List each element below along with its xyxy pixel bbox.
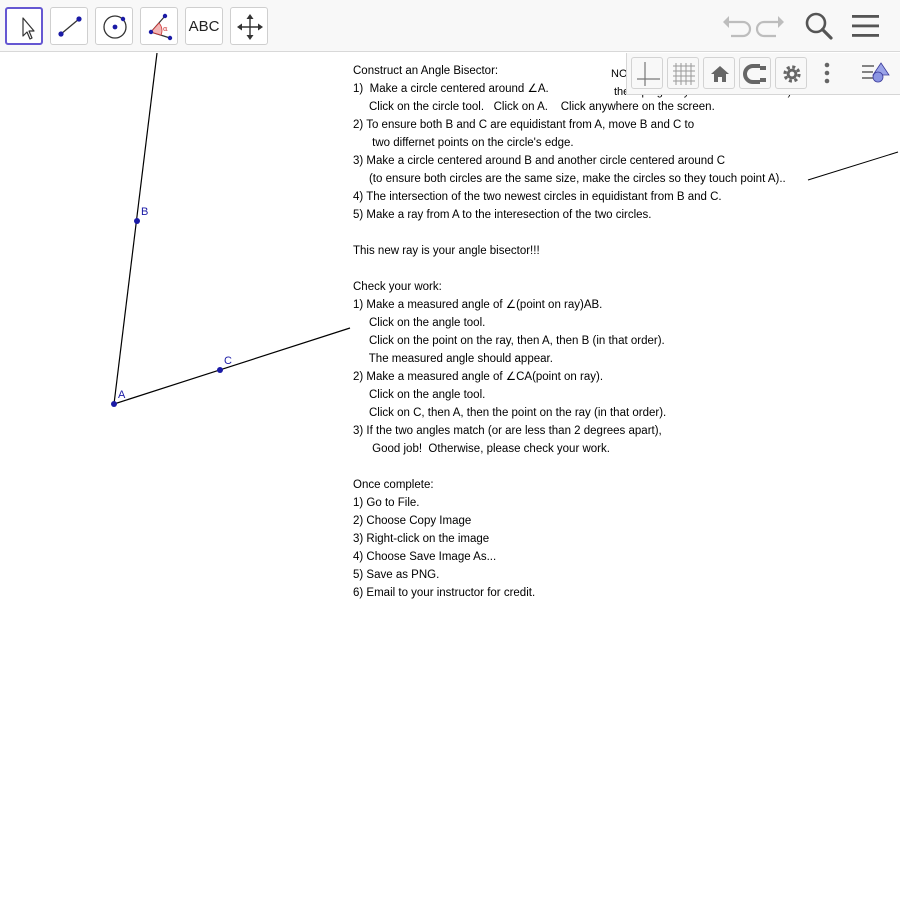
hamburger-menu-icon [852,15,879,37]
instruction-line: 1) Make a measured angle of ∠(point on r… [353,299,603,311]
more-options-button[interactable] [811,57,843,89]
instruction-line: The measured angle should appear. [353,353,553,365]
move-view-tool-button[interactable] [230,7,268,45]
point-c[interactable] [217,367,223,373]
instruction-line [353,224,823,242]
instruction-line: Click on the point on the ray, then A, t… [353,335,665,347]
redo-button[interactable] [754,8,790,44]
instruction-line: (to ensure both circles are the same siz… [353,173,786,185]
instruction-line [353,260,823,278]
instructions-text[interactable]: Construct an Angle Bisector: 1) Make a ci… [353,62,823,602]
point-capture-icon [743,64,766,84]
instruction-line: 6) Email to your instructor for credit. [353,587,536,599]
instruction-line: 5) Save as PNG. [353,569,440,581]
instruction-line: Click on the circle tool. Click on A. Cl… [353,101,715,113]
graphics-style-bar [626,53,900,95]
instruction-line: 3) Make a circle centered around B and a… [353,155,726,167]
point-b[interactable] [134,218,140,224]
segment-tool-button[interactable] [50,7,88,45]
instruction-line: Once complete: [353,479,434,491]
instruction-line: This new ray is your angle bisector!!! [353,245,540,257]
instruction-line: 2) Make a measured angle of ∠CA(point on… [353,371,604,383]
instruction-line: 3) If the two angles match (or are less … [353,425,662,437]
instruction-line: Click on the angle tool. [353,389,486,401]
undo-icon [723,16,752,38]
more-vertical-icon [824,62,830,84]
instruction-line: 3) Right-click on the image [353,533,490,545]
instruction-line: Check your work: [353,281,442,293]
text-icon: ABC [188,17,220,35]
main-menu-button[interactable] [848,8,884,44]
ray-ab[interactable] [113,53,158,405]
instruction-line: Click on the angle tool. [353,317,486,329]
point-capturing-button[interactable] [739,57,771,89]
algebra-toggle-icon [862,62,890,83]
text-tool-button[interactable]: ABC [185,7,223,45]
segment-icon [58,16,82,37]
instruction-line: Click on C, then A, then the point on th… [353,407,667,419]
standard-view-button[interactable] [703,57,735,89]
instruction-line: 1) Go to File. [353,497,420,509]
instruction-line: 2) Choose Copy Image [353,515,472,527]
point-b-label: B [141,206,148,218]
grid-icon [673,63,695,85]
instruction-line: 4) The intersection of the two newest ci… [353,191,722,203]
svg-text:α: α [163,25,168,33]
instruction-line: two differnet points on the circle's edg… [353,137,574,149]
instruction-line: 5) Make a ray from A to the interesectio… [353,209,652,221]
arrow-pointer-icon [22,17,35,40]
axes-icon [637,62,660,86]
circle-center-icon [103,15,127,39]
undo-button[interactable] [717,8,753,44]
search-icon [805,12,833,40]
settings-icon [783,65,801,83]
move-view-icon [237,14,263,40]
move-tool-button[interactable] [5,7,43,45]
graphics-settings-button[interactable] [775,57,807,89]
instruction-line: 4) Choose Save Image As... [353,551,497,563]
point-c-label: C [224,355,232,367]
toggle-algebra-view-button[interactable] [859,57,891,89]
circle-tool-button[interactable] [95,7,133,45]
ray-ac[interactable] [113,327,351,405]
angle-icon: α [148,13,173,41]
redo-icon [755,16,784,38]
instruction-line [353,458,823,476]
search-button[interactable] [801,8,837,44]
main-toolbar: α ABC [0,0,900,52]
angle-tool-button[interactable]: α [140,7,178,45]
point-a[interactable] [111,401,117,407]
instruction-line: Good job! Otherwise, please check your w… [353,443,610,455]
toggle-grid-button[interactable] [667,57,699,89]
home-icon [711,66,729,82]
toggle-axes-button[interactable] [631,57,663,89]
point-a-label: A [118,389,126,401]
instruction-line: 2) To ensure both B and C are equidistan… [353,119,695,131]
